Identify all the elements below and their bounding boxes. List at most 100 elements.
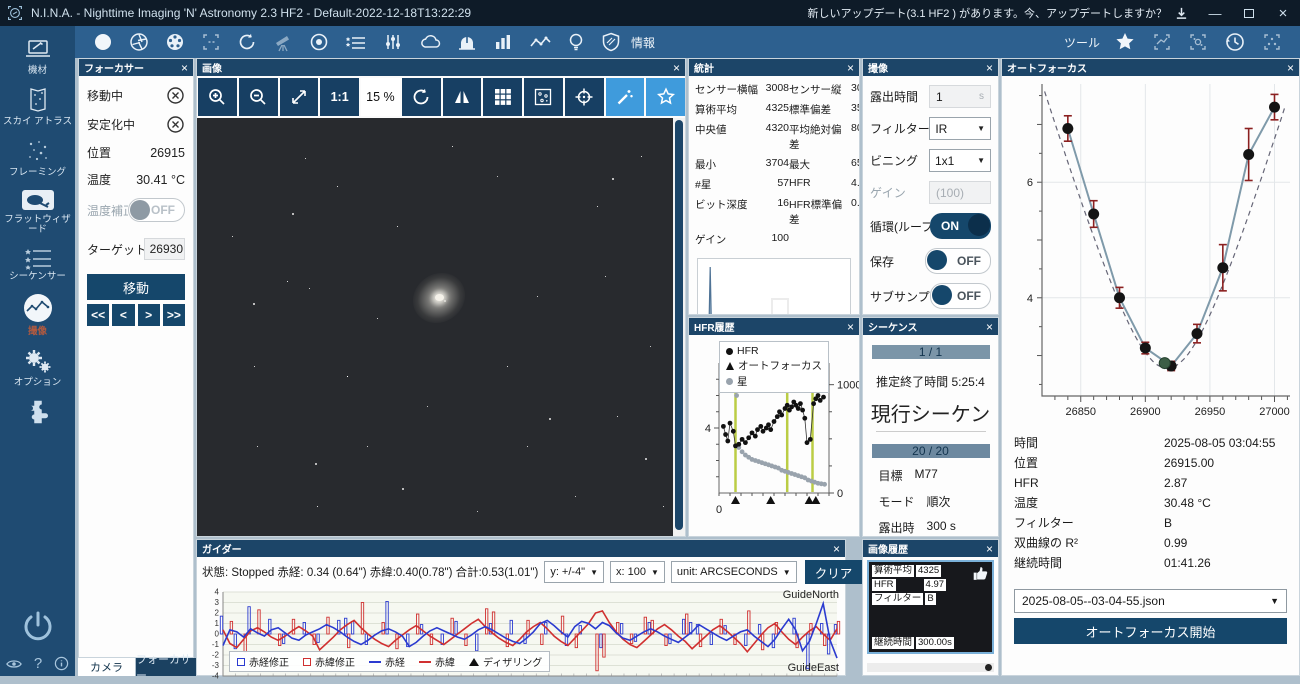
analysis-bars-icon[interactable] [493,32,513,52]
image-vertical-scrollbar[interactable] [673,118,685,536]
close-icon[interactable]: × [833,543,840,555]
close-icon[interactable]: × [847,321,854,333]
autofocus-run-select[interactable]: 2025-08-05--03-04-55.json ▼ [1014,589,1287,613]
telescope-icon[interactable] [273,32,293,52]
top-toolbar: 情報 ツール [75,26,1300,58]
close-icon[interactable]: × [986,543,993,555]
light-bulb-icon[interactable] [567,32,585,52]
close-icon[interactable]: × [1287,62,1294,74]
step-right-button[interactable]: > [137,304,160,326]
sequence-panel: シーケンス × 1 / 1 推定終了時間 5:25:4 現行シーケン 20 / 2… [862,317,999,537]
info-icon[interactable] [54,656,69,671]
close-icon[interactable]: × [986,321,993,333]
update-notice[interactable]: 新しいアップデート(3.1 HF2 ) があります。今、アップデートしますか？ [808,5,1167,21]
shutter-icon[interactable] [129,32,149,52]
svg-text:4: 4 [215,588,220,597]
sidebar-item-options[interactable]: オプション [0,346,75,388]
galaxy-core [435,294,444,301]
close-icon[interactable]: × [847,62,854,74]
info-tab-label[interactable]: 情報 [631,34,655,51]
framing-assistant-icon[interactable] [1152,32,1172,52]
target-position-input[interactable]: 26930 [143,238,185,260]
eye-icon[interactable] [6,658,22,670]
sidebar-item-imaging[interactable]: 撮像 [0,291,75,337]
sequence-exposure-progress: 20 / 20 [871,444,990,458]
zoom-in-button[interactable] [198,78,237,116]
start-autofocus-button[interactable]: オートフォーカス開始 [1014,618,1287,644]
star-detect-button[interactable] [646,78,685,116]
camera-connect-icon[interactable] [93,32,113,52]
exposure-panel-icon[interactable] [1262,32,1282,52]
move-button[interactable]: 移動 [87,274,185,300]
fit-to-screen-button[interactable] [279,78,319,116]
subsample-toggle[interactable]: OFF [930,283,991,309]
close-icon[interactable]: × [181,62,188,74]
star-detection-icon[interactable] [1188,32,1208,52]
sequence-eta: 推定終了時間 5:25:4 [876,375,985,389]
star-annotation-button[interactable] [524,78,563,116]
save-toggle[interactable]: OFF [925,248,991,274]
focuser-icon[interactable] [201,32,221,52]
image-history-thumbnail[interactable]: 算術平均 4325 HFR 4.97 フィルター B 継続時間 300.00s [867,560,994,654]
star-field-bright [197,118,199,120]
sidebar-item-sequencer[interactable]: シーケンサー [0,244,75,282]
sidebar-item-equipment[interactable]: 機材 [0,36,75,76]
step-left-button[interactable]: < [112,304,135,326]
loop-toggle[interactable]: ON [930,213,991,239]
plugin-puzzle-icon [30,400,48,424]
binning-select[interactable]: 1x1 ▼ [929,149,991,172]
maximize-button[interactable] [1232,0,1266,26]
one-to-one-button[interactable]: 1:1 [320,78,359,116]
svg-text:-4: -4 [212,672,220,679]
flat-panel-pulse-icon[interactable] [529,32,551,52]
hfr-history-panel-title: HFR履歴 [694,323,735,334]
temp-comp-toggle[interactable]: OFF [128,198,185,222]
dome-icon[interactable] [457,32,477,52]
close-icon[interactable]: × [986,62,993,74]
history-icon[interactable] [1224,31,1246,53]
tab-camera[interactable]: カメラ [78,658,135,676]
sequence-icon[interactable] [345,32,367,52]
guider-icon[interactable] [309,32,329,52]
hfr-history-panel: HFR履歴 × HFR オートフォーカス 星 4 1000 0 0 [688,317,860,537]
close-icon[interactable]: × [673,62,680,74]
switch-icon[interactable] [383,32,403,52]
minimize-button[interactable]: — [1198,0,1232,26]
close-button[interactable]: × [1266,0,1300,26]
guider-y-scale-select[interactable]: y: +/-4" ▼ [544,561,605,583]
filter-select[interactable]: IR ▼ [929,117,991,140]
flip-horizontal-button[interactable] [442,78,482,116]
gain-input[interactable]: (100) [929,181,991,204]
auto-stretch-wand-button[interactable] [605,78,645,116]
favorite-star-icon[interactable] [1114,31,1136,53]
rotator-icon[interactable] [237,32,257,52]
safety-shield-icon[interactable] [601,32,621,52]
zoom-out-button[interactable] [238,78,278,116]
sequence-mode-row: モード 順次 [878,495,951,509]
sidebar-item-plugins[interactable]: プラグイン [0,397,75,427]
download-update-icon[interactable] [1175,7,1188,20]
sidebar-item-flat-wizard[interactable]: フラットウィザード [0,187,75,235]
crosshair-button[interactable] [564,78,604,116]
step-far-right-button[interactable]: >> [162,304,185,326]
guider-clear-button[interactable]: クリア [804,560,863,584]
tools-label[interactable]: ツール [1064,34,1100,51]
image-viewport[interactable] [197,118,685,536]
step-far-left-button[interactable]: << [87,304,110,326]
svg-text:4: 4 [705,423,711,435]
tab-focuser[interactable]: フォーカサー [136,654,198,682]
guider-unit-select[interactable]: unit: ARCSECONDS ▼ [670,561,797,583]
rotate-image-button[interactable] [401,78,441,116]
sidebar-item-sky-atlas[interactable]: スカイ アトラス [0,85,75,127]
exposure-time-input[interactable]: 1s [929,85,991,108]
help-icon[interactable]: ? [34,655,42,672]
power-icon[interactable] [20,608,56,644]
autofocus-panel-title: オートフォーカス [1007,64,1087,75]
guider-x-scale-select[interactable]: x: 100 ▼ [610,561,665,583]
filter-wheel-icon[interactable] [165,32,185,52]
moving-status-icon [167,87,184,104]
image-history-scrollbar[interactable] [867,663,994,672]
weather-cloud-icon[interactable] [419,32,441,52]
sidebar-item-framing[interactable]: フレーミング [0,136,75,178]
pixel-grid-button[interactable] [483,78,522,116]
